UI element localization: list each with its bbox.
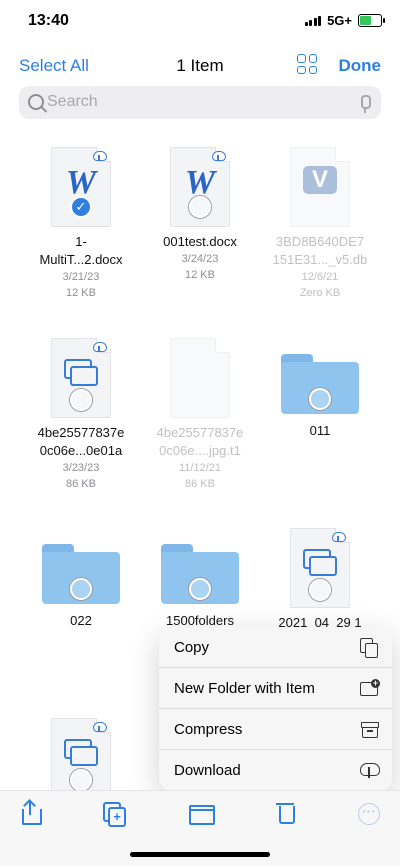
blank-doc-icon (170, 338, 230, 418)
file-item[interactable] (21, 718, 141, 798)
file-date: 3/23/23 (62, 462, 100, 474)
menu-item-label: Download (174, 762, 241, 779)
file-item[interactable]: 2021_04_29 1 (260, 528, 380, 632)
select-circle-icon[interactable] (309, 388, 331, 410)
select-circle-icon[interactable] (70, 578, 92, 600)
done-button[interactable]: Done (339, 56, 382, 76)
copy-icon (360, 638, 378, 658)
select-circle-icon[interactable] (70, 769, 92, 791)
word-doc-icon: W ✓ (51, 147, 111, 227)
search-input[interactable] (47, 93, 347, 111)
folder-name: 011 (309, 423, 331, 438)
battery-icon (358, 14, 385, 27)
cloud-icon (93, 722, 107, 732)
menu-item-label: Compress (174, 721, 243, 738)
word-doc-icon: W (170, 147, 230, 227)
folder-item[interactable]: 011 (260, 354, 380, 440)
file-name: 3BD8B640DE7 (275, 234, 365, 249)
move-folder-icon[interactable] (188, 800, 215, 826)
select-all-button[interactable]: Select All (19, 56, 89, 76)
file-item[interactable]: 4be25577837e 0c06e...0e01a 3/23/23 86 KB (21, 338, 141, 492)
cloud-download-icon (360, 761, 380, 779)
file-name: 4be25577837e (37, 425, 125, 440)
file-name: 001test.docx (163, 234, 237, 249)
file-date: 12/6/21 (301, 271, 339, 283)
file-date: 3/24/23 (181, 253, 219, 265)
file-size: 12 KB (185, 269, 215, 281)
menu-item-new-folder[interactable]: New Folder with Item + (159, 668, 392, 709)
file-size: 86 KB (185, 478, 215, 490)
db-file-icon: V (290, 147, 350, 227)
menu-item-download[interactable]: Download (159, 750, 392, 791)
share-icon[interactable] (18, 799, 44, 826)
folder-icon (161, 544, 239, 604)
stack-doc-icon (290, 528, 350, 608)
menu-item-label: New Folder with Item (174, 680, 315, 697)
stack-doc-icon (51, 338, 111, 418)
file-date: 11/12/21 (178, 462, 221, 474)
archive-icon (360, 720, 379, 738)
trash-icon[interactable] (273, 800, 299, 826)
file-name-line2: 0c06e....jpg.t1 (159, 443, 241, 458)
file-size: Zero KB (299, 287, 341, 299)
folder-item[interactable]: 022 (21, 544, 141, 630)
menu-item-label: Copy (174, 639, 210, 656)
select-circle-icon[interactable] (70, 389, 92, 411)
file-date: 3/21/23 (62, 271, 100, 283)
file-size: 12 KB (66, 287, 96, 299)
select-circle-icon[interactable] (189, 196, 211, 218)
cloud-icon (93, 342, 107, 352)
folder-icon (281, 354, 359, 414)
stack-doc-icon (51, 718, 111, 798)
file-item[interactable]: V 3BD8B640DE7 151E31..._v5.db 12/6/21 Ze… (260, 147, 380, 301)
duplicate-icon[interactable]: + (101, 800, 127, 827)
file-item[interactable]: W 001test.docx 3/24/23 12 KB (140, 147, 260, 283)
folder-icon (42, 544, 120, 604)
selected-check-icon: ✓ (70, 196, 92, 218)
menu-item-copy[interactable]: Copy (159, 627, 392, 668)
file-name-line2: 151E31..._v5.db (272, 252, 368, 267)
select-circle-icon[interactable] (189, 578, 211, 600)
select-circle-icon[interactable] (309, 579, 331, 601)
file-name: 4be25577837e (156, 425, 244, 440)
file-name-line2: MultiT...2.docx (39, 252, 123, 267)
home-indicator (130, 852, 270, 857)
network-label: 5G+ (327, 13, 352, 28)
status-indicators: 5G+ (304, 13, 385, 28)
folder-name: 022 (70, 613, 92, 628)
file-size: 86 KB (66, 478, 96, 490)
new-folder-icon: + (360, 679, 380, 697)
microphone-icon[interactable] (361, 95, 371, 113)
file-name: 1- (75, 234, 87, 249)
signal-icon (304, 15, 322, 26)
folder-item[interactable]: 1500folders (140, 544, 260, 630)
cloud-icon (332, 532, 346, 542)
cloud-icon (93, 151, 107, 161)
status-time: 13:40 (28, 12, 69, 29)
file-item[interactable]: W ✓ 1- MultiT...2.docx 3/21/23 12 KB (21, 147, 141, 301)
context-menu: Copy New Folder with Item + Compress Dow… (159, 627, 392, 791)
search-icon (28, 94, 44, 110)
menu-item-compress[interactable]: Compress (159, 709, 392, 750)
cloud-icon (212, 151, 226, 161)
grid-view-icon[interactable] (297, 54, 317, 74)
file-name-line2: 0c06e...0e01a (39, 443, 123, 458)
file-item[interactable]: 4be25577837e 0c06e....jpg.t1 11/12/21 86… (140, 338, 260, 492)
more-icon[interactable]: ··· (358, 803, 380, 825)
